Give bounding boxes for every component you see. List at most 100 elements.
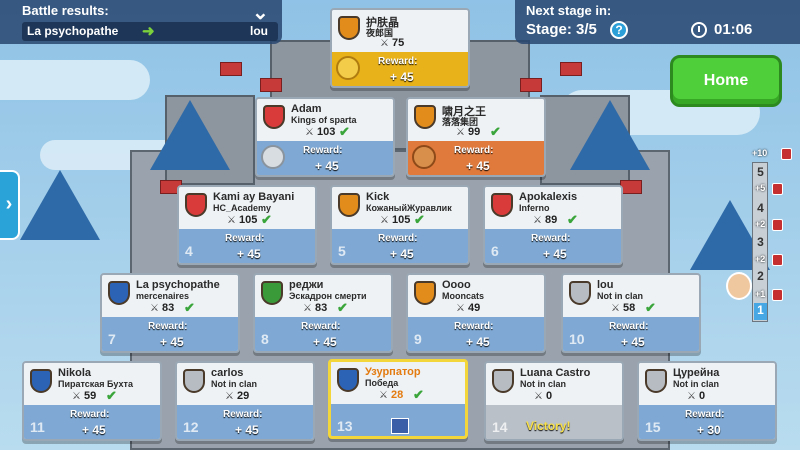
player-card-3[interactable]: 啸月之王 落落集团 ⚔ 99 ✔ Reward: + 45 — [406, 97, 546, 177]
player-score: 0 — [699, 390, 706, 402]
player-card-7[interactable]: La psychopathe mercenaires ⚔ 83 ✔ 7 Rewa… — [100, 273, 240, 353]
player-score: 105 — [239, 214, 258, 226]
player-score: 59 — [84, 390, 97, 402]
player-clan: Mooncats — [442, 291, 485, 301]
help-icon[interactable]: ? — [610, 21, 628, 39]
ladder-badge: +5 — [755, 183, 766, 193]
player-rank: 9 — [414, 331, 422, 347]
swords-icon: ⚔ — [150, 303, 159, 314]
swords-icon: ⚔ — [534, 391, 543, 402]
reward-value: + 45 — [390, 70, 414, 84]
castle-flag — [620, 180, 642, 194]
player-name: Adam — [291, 103, 322, 115]
ladder-badge: +2 — [755, 219, 766, 229]
reward-value: + 45 — [466, 335, 490, 349]
player-rank: 12 — [183, 419, 199, 435]
player-card-2[interactable]: Adam Kings of sparta ⚔ 103 ✔ Reward: + 4… — [255, 97, 395, 177]
ladder-step: 3 — [757, 235, 764, 249]
player-name: Узурпатор — [365, 366, 421, 378]
player-name: реджи — [289, 279, 324, 291]
gem-icon — [772, 254, 783, 266]
clan-shield-icon — [263, 105, 285, 129]
reward-label: Reward: — [378, 233, 418, 244]
reward-label: Reward: — [301, 321, 341, 332]
player-score: 99 — [468, 126, 481, 138]
clan-shield-icon — [338, 16, 360, 40]
clan-shield-icon — [30, 369, 52, 393]
player-clan: Not in clan — [673, 379, 720, 389]
player-card-1[interactable]: 护肤晶 夜郎国 ⚔ 75 Reward: + 45 — [330, 8, 470, 88]
home-button[interactable]: Home — [670, 55, 782, 107]
clan-shield-icon — [337, 368, 359, 392]
reward-value: + 45 — [235, 423, 259, 437]
player-rank: 8 — [261, 331, 269, 347]
swords-icon: ⚔ — [227, 215, 236, 226]
reward-value: + 30 — [697, 423, 721, 437]
player-card-5[interactable]: Kick КожаныйЖуравлик ⚔ 105 ✔ 5 Reward: +… — [330, 185, 470, 265]
reward-value: + 45 — [237, 247, 261, 261]
player-rank: 15 — [645, 419, 661, 435]
player-card-13-self[interactable]: Узурпатор Победа ⚔ 28 ✔ 13 — [328, 359, 468, 439]
reward-label: Reward: — [609, 321, 649, 332]
player-score: 58 — [623, 302, 636, 314]
player-card-12[interactable]: carlos Not in clan ⚔ 29 12 Reward: + 45 — [175, 361, 315, 441]
tower-roof — [570, 100, 650, 170]
reward-label: Reward: — [70, 409, 110, 420]
trophy-icon — [261, 145, 285, 169]
reward-value: + 45 — [313, 335, 337, 349]
player-name: La psychopathe — [136, 279, 220, 291]
swords-icon: ⚔ — [456, 303, 465, 314]
player-score: 89 — [545, 214, 558, 226]
castle-flag — [220, 62, 242, 76]
player-card-14[interactable]: Luana Castro Not in clan ⚔ 0 14 Victory! — [484, 361, 624, 441]
reward-value: + 45 — [82, 423, 106, 437]
check-icon: ✔ — [261, 212, 272, 227]
battle-results-panel: Battle results: ⌄ La psychopathe ➜ lou — [0, 0, 282, 44]
clan-shield-icon — [492, 369, 514, 393]
player-card-11[interactable]: Nikola Пиратская Бухта ⚔ 59 ✔ 11 Reward:… — [22, 361, 162, 441]
player-rank: 11 — [30, 419, 45, 435]
reward-label: Reward: — [454, 321, 494, 332]
reward-value: + 45 — [466, 159, 490, 173]
clan-shield-icon — [414, 281, 436, 305]
cloud — [0, 60, 150, 100]
side-arrow-button[interactable]: › — [0, 170, 20, 240]
player-clan: Not in clan — [520, 379, 567, 389]
stage-timer: 01:06 — [714, 21, 753, 38]
swords-icon: ⚔ — [456, 127, 465, 138]
check-icon: ✔ — [414, 212, 425, 227]
player-rank: 6 — [491, 243, 499, 259]
castle-flag — [560, 62, 582, 76]
player-rank: 5 — [338, 243, 346, 259]
ladder-top-badge: +10 — [752, 148, 768, 158]
player-name: Luana Castro — [520, 367, 591, 379]
player-card-6[interactable]: Apokalexis Inferno ⚔ 89 ✔ 6 Reward: + 45 — [483, 185, 623, 265]
swords-icon: ⚔ — [380, 38, 389, 49]
reward-label: Reward: — [531, 233, 571, 244]
player-rank: 14 — [492, 419, 508, 435]
gem-icon — [781, 148, 792, 160]
player-name: Apokalexis — [519, 191, 578, 203]
player-card-15[interactable]: Цурейна Not in clan ⚔ 0 15 Reward: + 30 — [637, 361, 777, 441]
tower-roof — [20, 170, 100, 240]
player-score: 105 — [392, 214, 411, 226]
player-card-9[interactable]: Oooo Mooncats ⚔ 49 9 Reward: + 45 — [406, 273, 546, 353]
player-card-10[interactable]: lou Not in clan ⚔ 58 ✔ 10 Reward: + 45 — [561, 273, 701, 353]
battle-results-row[interactable]: La psychopathe ➜ lou — [22, 22, 278, 41]
player-rank: 7 — [108, 331, 116, 347]
player-name: Цурейна — [673, 367, 720, 379]
player-name: Oooo — [442, 279, 471, 291]
player-card-8[interactable]: реджи Эскадрон смерти ⚔ 83 ✔ 8 Reward: +… — [253, 273, 393, 353]
clan-shield-icon — [108, 281, 130, 305]
player-rank: 10 — [569, 331, 585, 347]
player-avatar — [726, 272, 752, 300]
arrow-right-icon: ➜ — [142, 23, 155, 40]
reward-value: + 45 — [621, 335, 645, 349]
player-name: Nikola — [58, 367, 92, 379]
reward-value: + 45 — [543, 247, 567, 261]
check-icon: ✔ — [413, 387, 424, 402]
reward-label: Reward: — [454, 145, 494, 156]
stage-panel: Next stage in: Stage: 3/5 ? 01:06 — [515, 0, 800, 44]
player-card-4[interactable]: Kami ay Bayani HC_Academy ⚔ 105 ✔ 4 Rewa… — [177, 185, 317, 265]
gem-icon — [772, 219, 783, 231]
